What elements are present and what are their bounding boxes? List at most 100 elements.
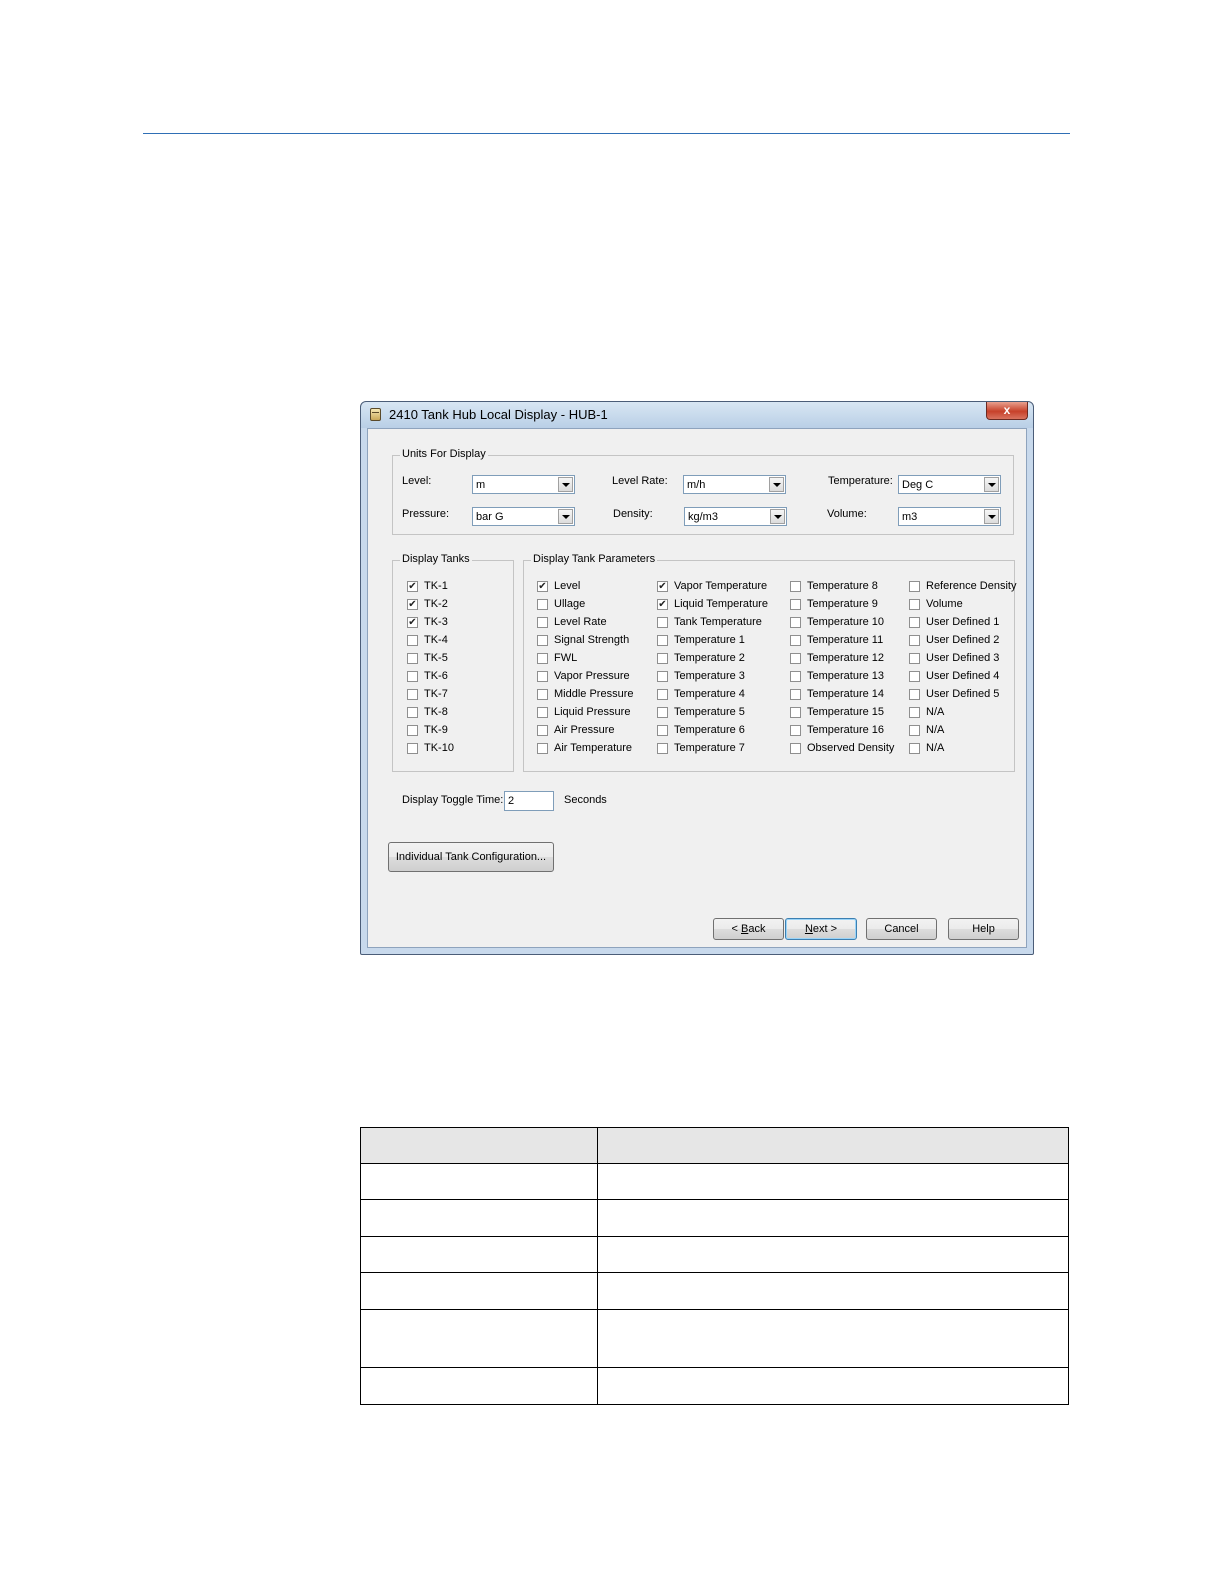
checkbox-empty-icon[interactable]: [537, 743, 548, 754]
checkbox-empty-icon[interactable]: [407, 743, 418, 754]
checkbox-empty-icon[interactable]: [537, 653, 548, 664]
checkbox-empty-icon[interactable]: [407, 707, 418, 718]
checkbox-label: Temperature 10: [807, 616, 885, 628]
close-icon: x: [1003, 403, 1011, 417]
close-button[interactable]: x: [986, 402, 1028, 420]
checkbox-label: Temperature 13: [807, 670, 885, 682]
checkbox-empty-icon[interactable]: [909, 671, 920, 682]
table-header-cell: [360, 1127, 598, 1164]
tank-app-icon: [370, 408, 381, 421]
checkbox-label: TK-7: [424, 688, 448, 700]
chevron-down-icon[interactable]: [984, 509, 999, 524]
checkbox-label: User Defined 2: [926, 634, 1000, 646]
checkbox-empty-icon[interactable]: [909, 617, 920, 628]
checkbox-label: Vapor Pressure: [554, 670, 630, 682]
checkbox-empty-icon[interactable]: [657, 635, 668, 646]
table-cell: [597, 1272, 1069, 1310]
checkbox-label: Volume: [926, 598, 963, 610]
checkbox-empty-icon[interactable]: [909, 653, 920, 664]
checkbox-label: Middle Pressure: [554, 688, 634, 700]
checkbox-label: TK-3: [424, 616, 448, 628]
chevron-down-icon[interactable]: [558, 509, 573, 524]
checkbox-label: Temperature 3: [674, 670, 745, 682]
checkbox-empty-icon[interactable]: [790, 707, 801, 718]
temperature-combo[interactable]: Deg C: [898, 475, 1001, 494]
checkbox-empty-icon[interactable]: [909, 725, 920, 736]
checkbox-label: Temperature 14: [807, 688, 885, 700]
checkbox-empty-icon[interactable]: [657, 617, 668, 628]
checkbox-empty-icon[interactable]: [407, 671, 418, 682]
checkbox-empty-icon[interactable]: [657, 707, 668, 718]
level-rate-label: Level Rate:: [612, 475, 668, 487]
checkbox-empty-icon[interactable]: [790, 743, 801, 754]
toggle-time-input[interactable]: 2: [504, 791, 554, 811]
back-button[interactable]: < Back: [713, 918, 784, 940]
checkbox-empty-icon[interactable]: [790, 617, 801, 628]
chevron-down-icon[interactable]: [558, 477, 573, 492]
level-rate-combo[interactable]: m/h: [683, 475, 786, 494]
checkbox-empty-icon[interactable]: [657, 743, 668, 754]
chevron-down-icon[interactable]: [770, 509, 785, 524]
checkbox-empty-icon[interactable]: [909, 599, 920, 610]
pressure-combo[interactable]: bar G: [472, 507, 575, 526]
table-cell: [360, 1162, 598, 1201]
checkbox-empty-icon[interactable]: [790, 671, 801, 682]
checkbox-label: Temperature 16: [807, 724, 885, 736]
checkbox-empty-icon[interactable]: [657, 653, 668, 664]
checkbox-label: N/A: [926, 742, 945, 754]
checkbox-empty-icon[interactable]: [909, 689, 920, 700]
dialog-client-area: Units For Display Level: m Level Rate: m…: [367, 428, 1027, 948]
checkbox-empty-icon[interactable]: [790, 581, 801, 592]
individual-tank-config-button[interactable]: Individual Tank Configuration...: [388, 842, 554, 872]
checkbox-empty-icon[interactable]: [657, 725, 668, 736]
checkbox-empty-icon[interactable]: [407, 689, 418, 700]
checkbox-empty-icon[interactable]: [407, 725, 418, 736]
next-button[interactable]: Next >: [785, 918, 857, 940]
checkbox-label: Temperature 6: [674, 724, 745, 736]
checkbox-empty-icon[interactable]: [537, 599, 548, 610]
checkbox-empty-icon[interactable]: [909, 743, 920, 754]
chevron-down-icon[interactable]: [984, 477, 999, 492]
checkbox-empty-icon[interactable]: [537, 725, 548, 736]
checkbox-empty-icon[interactable]: [909, 635, 920, 646]
checkbox-empty-icon[interactable]: [909, 707, 920, 718]
checkbox-label: Temperature 9: [807, 598, 878, 610]
title-bar[interactable]: 2410 Tank Hub Local Display - HUB-1 x: [361, 402, 1033, 428]
checkbox-empty-icon[interactable]: [537, 671, 548, 682]
checkmark-icon[interactable]: ✔: [407, 617, 418, 628]
level-combo[interactable]: m: [472, 475, 575, 494]
checkbox-label: TK-2: [424, 598, 448, 610]
checkbox-empty-icon[interactable]: [790, 725, 801, 736]
checkbox-empty-icon[interactable]: [407, 653, 418, 664]
help-button[interactable]: Help: [948, 918, 1019, 940]
checkbox-label: Tank Temperature: [674, 616, 762, 628]
checkbox-empty-icon[interactable]: [537, 689, 548, 700]
density-combo[interactable]: kg/m3: [684, 507, 787, 526]
table-cell: [597, 1162, 1069, 1201]
checkbox-empty-icon[interactable]: [537, 707, 548, 718]
checkbox-empty-icon[interactable]: [790, 635, 801, 646]
checkmark-icon[interactable]: ✔: [407, 581, 418, 592]
checkmark-icon[interactable]: ✔: [407, 599, 418, 610]
chevron-down-icon[interactable]: [769, 477, 784, 492]
checkbox-label: Liquid Temperature: [674, 598, 768, 610]
checkmark-icon[interactable]: ✔: [537, 581, 548, 592]
checkbox-empty-icon[interactable]: [537, 617, 548, 628]
checkmark-icon[interactable]: ✔: [657, 581, 668, 592]
checkbox-label: Reference Density: [926, 580, 1017, 592]
checkmark-icon[interactable]: ✔: [657, 599, 668, 610]
checkbox-label: Temperature 1: [674, 634, 745, 646]
checkbox-label: TK-8: [424, 706, 448, 718]
checkbox-empty-icon[interactable]: [790, 653, 801, 664]
checkbox-empty-icon[interactable]: [537, 635, 548, 646]
checkbox-empty-icon[interactable]: [790, 689, 801, 700]
cancel-button[interactable]: Cancel: [866, 918, 937, 940]
checkbox-empty-icon[interactable]: [909, 581, 920, 592]
table-cell: [597, 1308, 1069, 1369]
pressure-combo-value: bar G: [476, 511, 504, 523]
checkbox-empty-icon[interactable]: [407, 635, 418, 646]
volume-combo[interactable]: m3: [898, 507, 1001, 526]
checkbox-empty-icon[interactable]: [657, 689, 668, 700]
checkbox-empty-icon[interactable]: [790, 599, 801, 610]
checkbox-empty-icon[interactable]: [657, 671, 668, 682]
